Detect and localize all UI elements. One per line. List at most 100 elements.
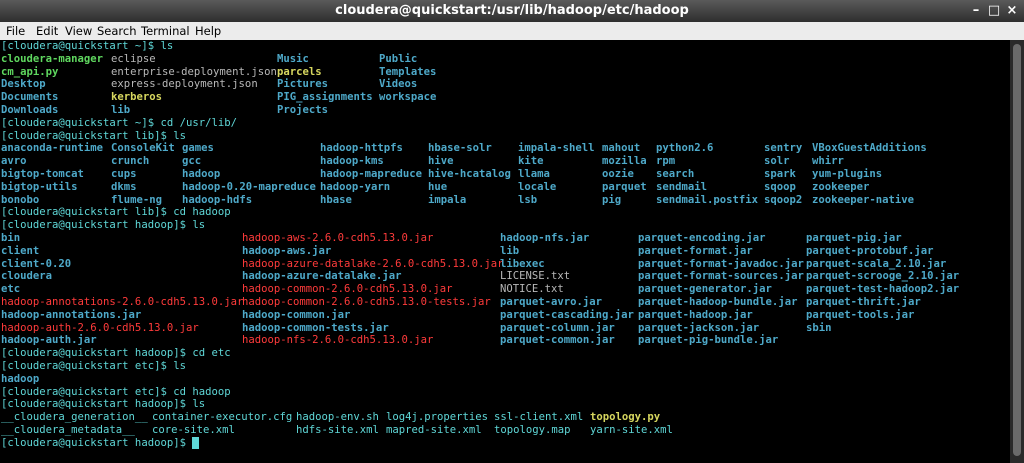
listing-entry: lib (500, 244, 520, 257)
listing-entry: cups (111, 167, 137, 180)
listing-entry: oozie (602, 167, 634, 180)
listing-entry: pig (602, 193, 622, 206)
minimize-icon[interactable]: – (966, 2, 986, 20)
menu-edit[interactable]: Edit (36, 22, 58, 38)
listing-entry: solr (764, 155, 790, 168)
listing-entry: hbase (320, 193, 352, 206)
listing-entry: Documents (1, 91, 59, 104)
listing-entry: hadoop-common-2.6.0-cdh5.13.0.jar (242, 283, 453, 296)
scrollbar[interactable] (1010, 40, 1024, 463)
listing-entry: sendmail.postfix (656, 193, 759, 206)
listing-entry: __cloudera_generation__ (1, 411, 148, 424)
listing-entry: client-0.20 (1, 257, 72, 270)
prompt-line: [cloudera@quickstart ~]$ ls (0, 40, 1010, 53)
listing-entry: Projects (277, 103, 329, 116)
menu-search[interactable]: Search (97, 22, 137, 38)
listing-entry: Desktop (1, 78, 46, 91)
prompt-line: [cloudera@quickstart hadoop]$ (0, 436, 1010, 450)
listing-entry: log4j.properties (386, 411, 489, 424)
title-bar[interactable]: cloudera@quickstart:/usr/lib/hadoop/etc/… (0, 0, 1024, 22)
listing-entry: lib (111, 103, 131, 116)
listing-entry: PIG_assignments (277, 91, 373, 104)
listing-entry: hadoop-azure-datalake.jar (242, 270, 402, 283)
listing-line: bonobo flume-ng hadoop-hdfs hbase impala lsb p… (0, 194, 1010, 207)
listing-entry: parquet-cascading.jar (500, 308, 634, 321)
listing-entry: hadoop-env.sh (296, 411, 379, 424)
listing-entry: parquet-scrooge_2.10.jar (806, 270, 960, 283)
listing-entry: sqoop (764, 180, 796, 193)
listing-entry: workspace (379, 91, 437, 104)
prompt-text: [cloudera@quickstart ~]$ cd /usr/lib/ (1, 116, 237, 129)
listing-entry: hadoop-httpfs (320, 142, 403, 155)
listing-entry: sentry (764, 142, 803, 155)
listing-entry: impala-shell (518, 142, 595, 155)
listing-entry: hadoop-auth-2.6.0-cdh5.13.0.jar (1, 321, 199, 334)
listing-entry: LICENSE.txt (500, 270, 571, 283)
scrollbar-thumb[interactable] (1013, 44, 1021, 456)
listing-entry: spark (764, 167, 796, 180)
close-icon[interactable]: × (1002, 2, 1022, 20)
menu-file[interactable]: File (6, 22, 25, 38)
prompt-line: [cloudera@quickstart lib]$ ls (0, 130, 1010, 143)
listing-entry: hadoop-auth.jar (1, 334, 97, 347)
listing-entry: ConsoleKit (111, 142, 175, 155)
listing-line: cm_api.py enterprise-deployment.json parce… (0, 66, 1010, 79)
listing-entry: ssl-client.xml (494, 411, 584, 424)
listing-entry: parquet-format-javadoc.jar (638, 257, 804, 270)
listing-entry: parquet-format.jar (638, 244, 753, 257)
listing-line: bigtop-utils dkms hadoop-0.20-mapreduce had… (0, 181, 1010, 194)
listing-entry: hadoop-nfs.jar (500, 231, 590, 244)
listing-line: client-0.20 hadoop-azure-datalake-2.6.0-c… (0, 258, 1010, 271)
listing-entry: bin (1, 231, 21, 244)
prompt-line: [cloudera@quickstart etc]$ ls (0, 360, 1010, 373)
prompt-text: [cloudera@quickstart hadoop]$ cd etc (1, 347, 231, 360)
listing-entry: bigtop-tomcat (1, 167, 84, 180)
listing-entry: enterprise-deployment.json (111, 65, 277, 78)
listing-entry: parquet-tools.jar (806, 308, 915, 321)
prompt-text: [cloudera@quickstart hadoop]$ ls (1, 219, 206, 232)
listing-entry: llama (518, 167, 550, 180)
listing-entry: parquet (602, 180, 647, 193)
listing-entry: Public (379, 52, 418, 65)
listing-entry: cloudera (1, 270, 53, 283)
prompt-line: [cloudera@quickstart hadoop]$ ls (0, 219, 1010, 232)
listing-entry: topology.map (494, 423, 571, 436)
menu-bar: File Edit View Search Terminal Help (0, 22, 1024, 41)
listing-entry: libexec (500, 257, 545, 270)
listing-entry: parquet-avro.jar (500, 295, 603, 308)
listing-entry: hadoop-kms (320, 155, 384, 168)
listing-entry: Pictures (277, 78, 329, 91)
listing-entry: parquet-pig.jar (806, 231, 902, 244)
listing-entry: zookeeper (812, 180, 870, 193)
listing-line: cloudera hadoop-azure-datalake.jar LICENSE… (0, 270, 1010, 283)
listing-entry: flume-ng (111, 193, 163, 206)
listing-entry: hadoop-nfs-2.6.0-cdh5.13.0.jar (242, 334, 434, 347)
listing-entry: parquet-hadoop-bundle.jar (638, 295, 798, 308)
maximize-icon[interactable]: □ (984, 2, 1004, 20)
listing-line: hadoop-annotations-2.6.0-cdh5.13.0.jar ha… (0, 296, 1010, 309)
listing-entry: bonobo (1, 193, 40, 206)
prompt-line: [cloudera@quickstart ~]$ cd /usr/lib/ (0, 117, 1010, 130)
listing-line: etc hadoop-common-2.6.0-cdh5.13.0.jar NOTI… (0, 283, 1010, 296)
listing-entry: parquet-hadoop.jar (638, 308, 753, 321)
menu-terminal[interactable]: Terminal (141, 22, 190, 38)
listing-line: Downloads lib Projects (0, 104, 1010, 117)
listing-entry: bigtop-utils (1, 180, 78, 193)
menu-view[interactable]: View (65, 22, 92, 38)
listing-entry: parquet-test-hadoop2.jar (806, 283, 960, 296)
prompt-line: [cloudera@quickstart hadoop]$ cd etc (0, 347, 1010, 360)
listing-entry: gcc (182, 155, 202, 168)
menu-help[interactable]: Help (195, 22, 221, 38)
listing-entry: python2.6 (656, 142, 714, 155)
listing-entry: avro (1, 155, 27, 168)
listing-entry: games (182, 142, 214, 155)
listing-entry: hadoop-aws.jar (242, 244, 332, 257)
terminal-output[interactable]: [cloudera@quickstart ~]$ ls cloudera-mana… (0, 40, 1010, 463)
listing-entry: parquet-encoding.jar (638, 231, 766, 244)
listing-entry: impala (428, 193, 467, 206)
listing-entry: parquet-generator.jar (638, 283, 772, 296)
listing-entry: __cloudera_metadata__ (1, 423, 135, 436)
window-title: cloudera@quickstart:/usr/lib/hadoop/etc/… (335, 3, 689, 18)
listing-entry: crunch (111, 155, 150, 168)
listing-line: cloudera-manager eclipse Music Public (0, 53, 1010, 66)
